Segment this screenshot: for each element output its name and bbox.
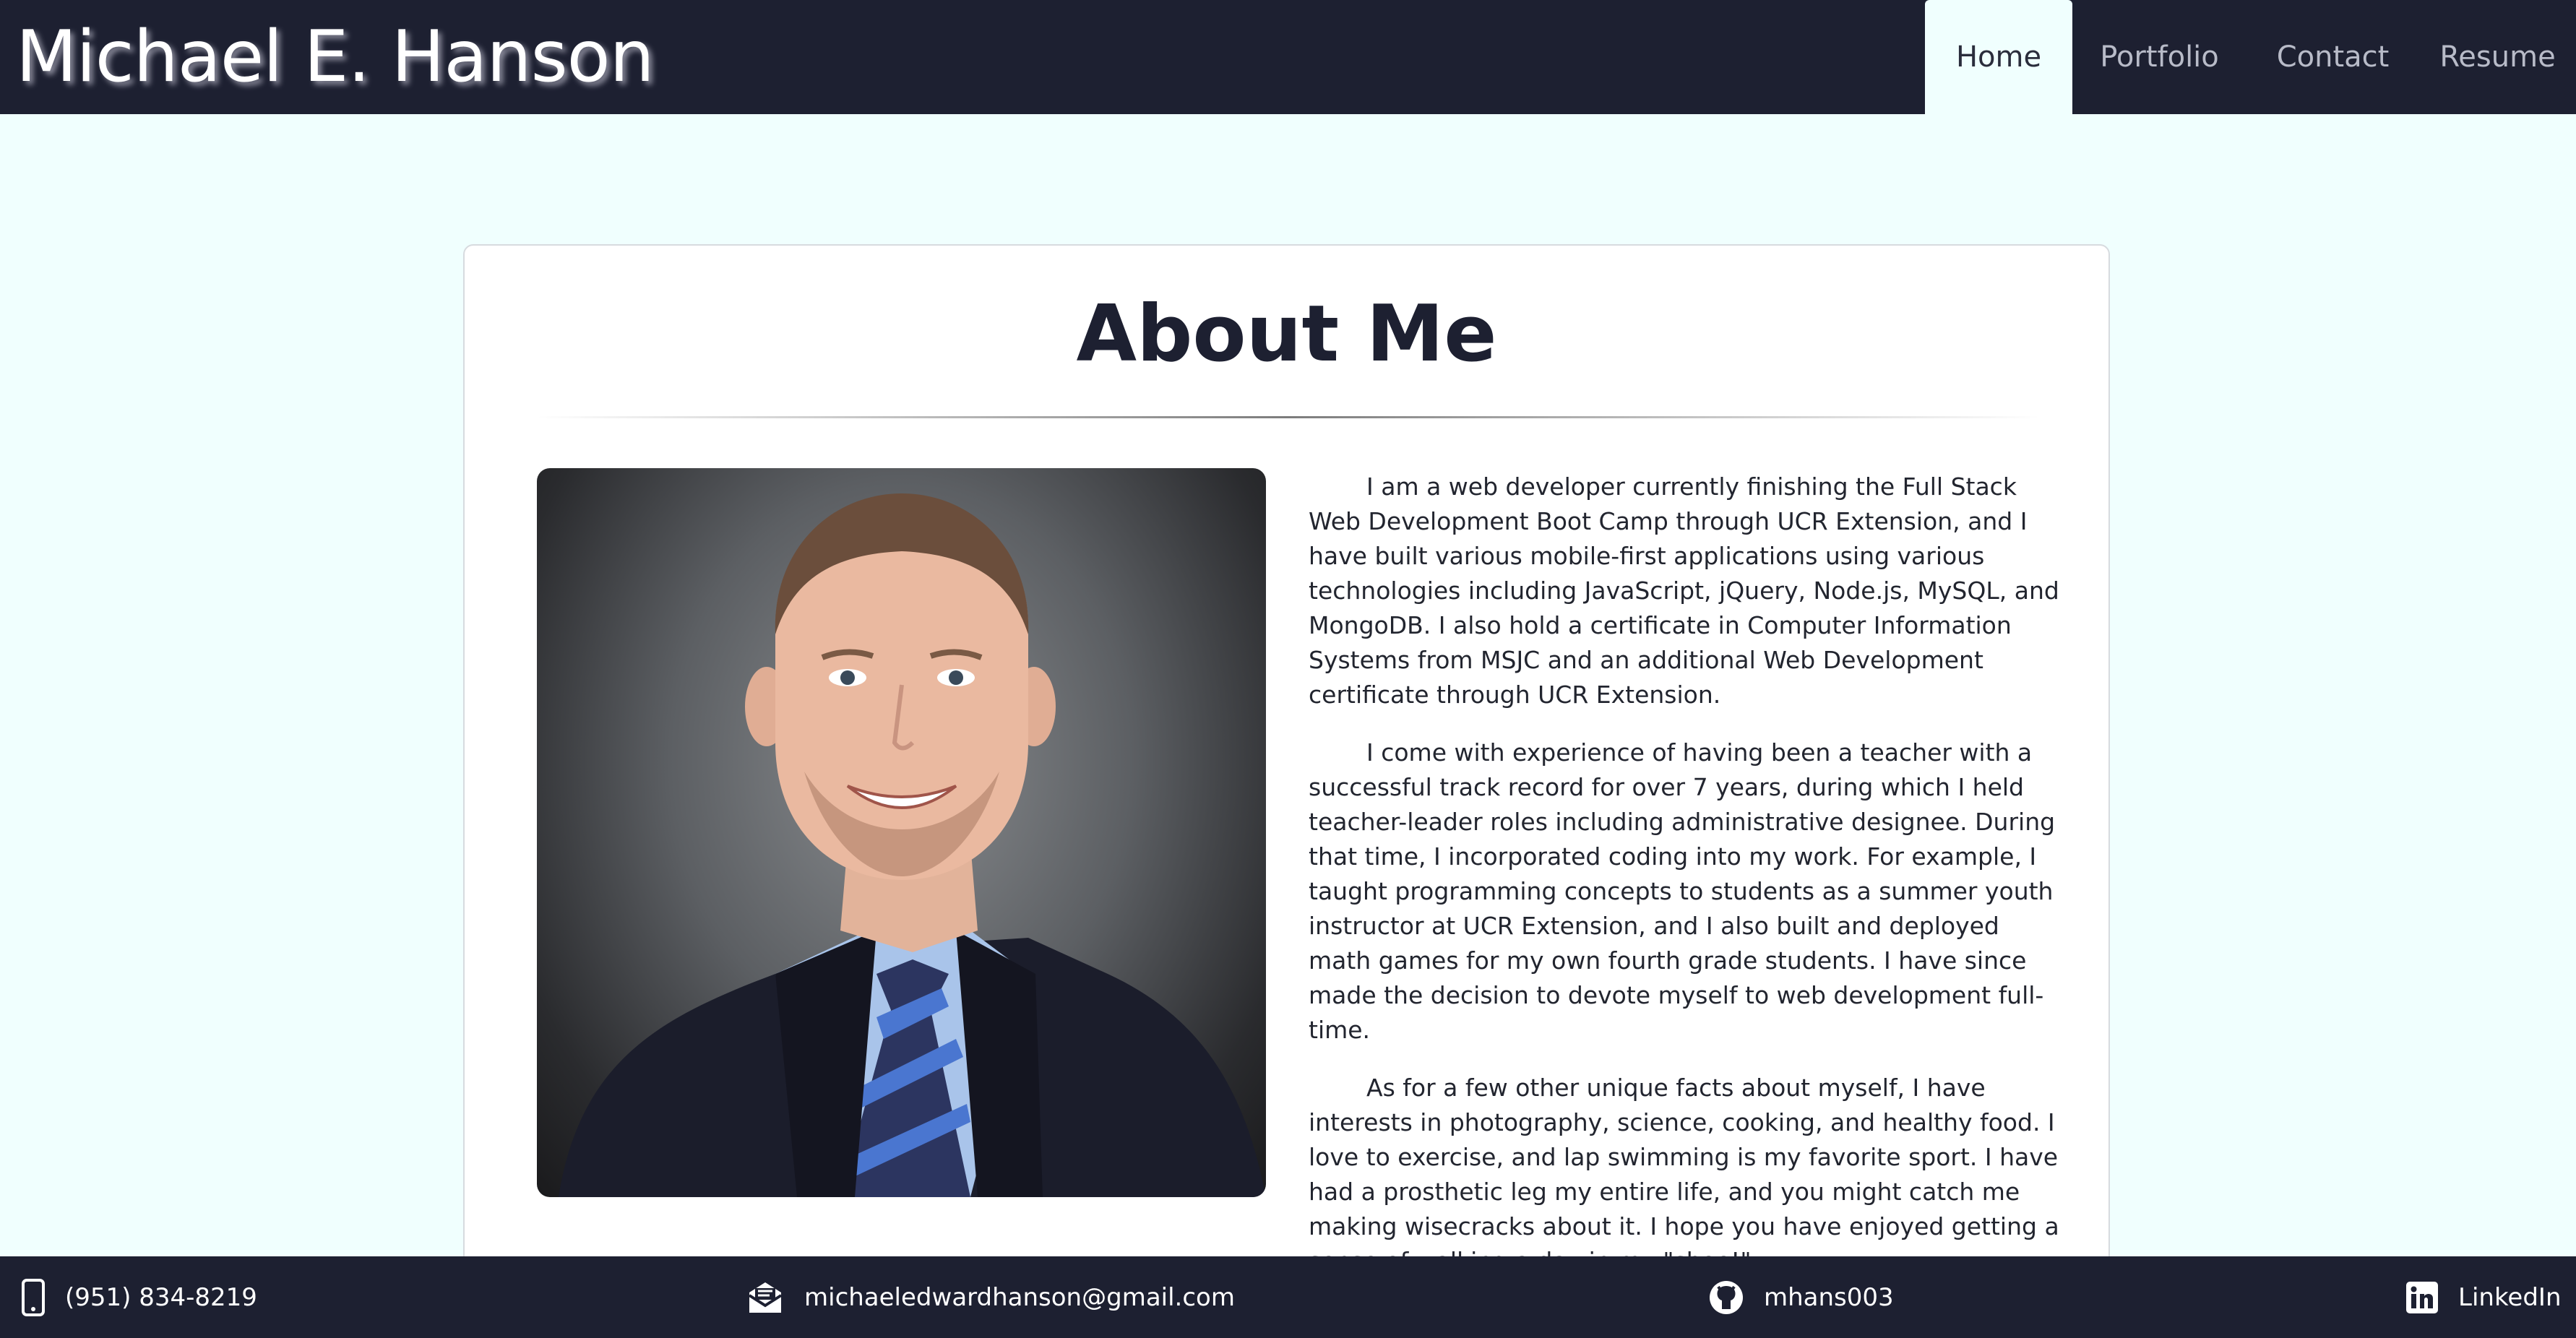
site-brand[interactable]: Michael E. Hanson bbox=[16, 14, 655, 100]
title-divider bbox=[537, 416, 2039, 418]
phone-icon bbox=[22, 1278, 45, 1316]
footer-email-label: michaeledwardhanson@gmail.com bbox=[804, 1282, 1235, 1312]
profile-photo bbox=[537, 468, 1266, 1197]
site-header: Michael E. Hanson Home Portfolio Contact… bbox=[0, 0, 2576, 114]
footer-github-label: mhans003 bbox=[1764, 1282, 1894, 1312]
about-text: I am a web developer currently finishing… bbox=[1309, 470, 2060, 1302]
nav-resume[interactable]: Resume bbox=[2419, 0, 2576, 114]
footer-linkedin-label: LinkedIn bbox=[2458, 1282, 2562, 1312]
about-paragraph-1: I am a web developer currently finishing… bbox=[1309, 472, 2059, 709]
github-icon bbox=[1710, 1280, 1743, 1314]
nav-contact[interactable]: Contact bbox=[2247, 0, 2419, 114]
page-title: About Me bbox=[1076, 289, 1497, 379]
nav-portfolio[interactable]: Portfolio bbox=[2072, 0, 2247, 114]
nav-home[interactable]: Home bbox=[1925, 0, 2072, 114]
about-paragraph-2: I come with experience of having been a … bbox=[1309, 738, 2056, 1044]
about-card: About Me I am a web developer currently … bbox=[463, 244, 2110, 1285]
footer-linkedin-link[interactable]: LinkedIn bbox=[2406, 1256, 2562, 1338]
about-paragraph-3: As for a few other unique facts about my… bbox=[1309, 1074, 2059, 1275]
footer-phone-link[interactable]: (951) 834-8219 bbox=[22, 1256, 257, 1338]
footer-phone-label: (951) 834-8219 bbox=[65, 1282, 257, 1312]
footer-github-link[interactable]: mhans003 bbox=[1709, 1256, 1894, 1338]
linkedin-icon bbox=[2406, 1281, 2438, 1313]
footer-email-link[interactable]: michaeledwardhanson@gmail.com bbox=[746, 1256, 1235, 1338]
profile-photo-illustration bbox=[559, 493, 1266, 1197]
site-footer: (951) 834-8219 michaeledwardhanson@gmail… bbox=[0, 1256, 2576, 1338]
envelope-icon bbox=[748, 1282, 783, 1313]
main-nav: Home Portfolio Contact Resume bbox=[1925, 0, 2576, 114]
